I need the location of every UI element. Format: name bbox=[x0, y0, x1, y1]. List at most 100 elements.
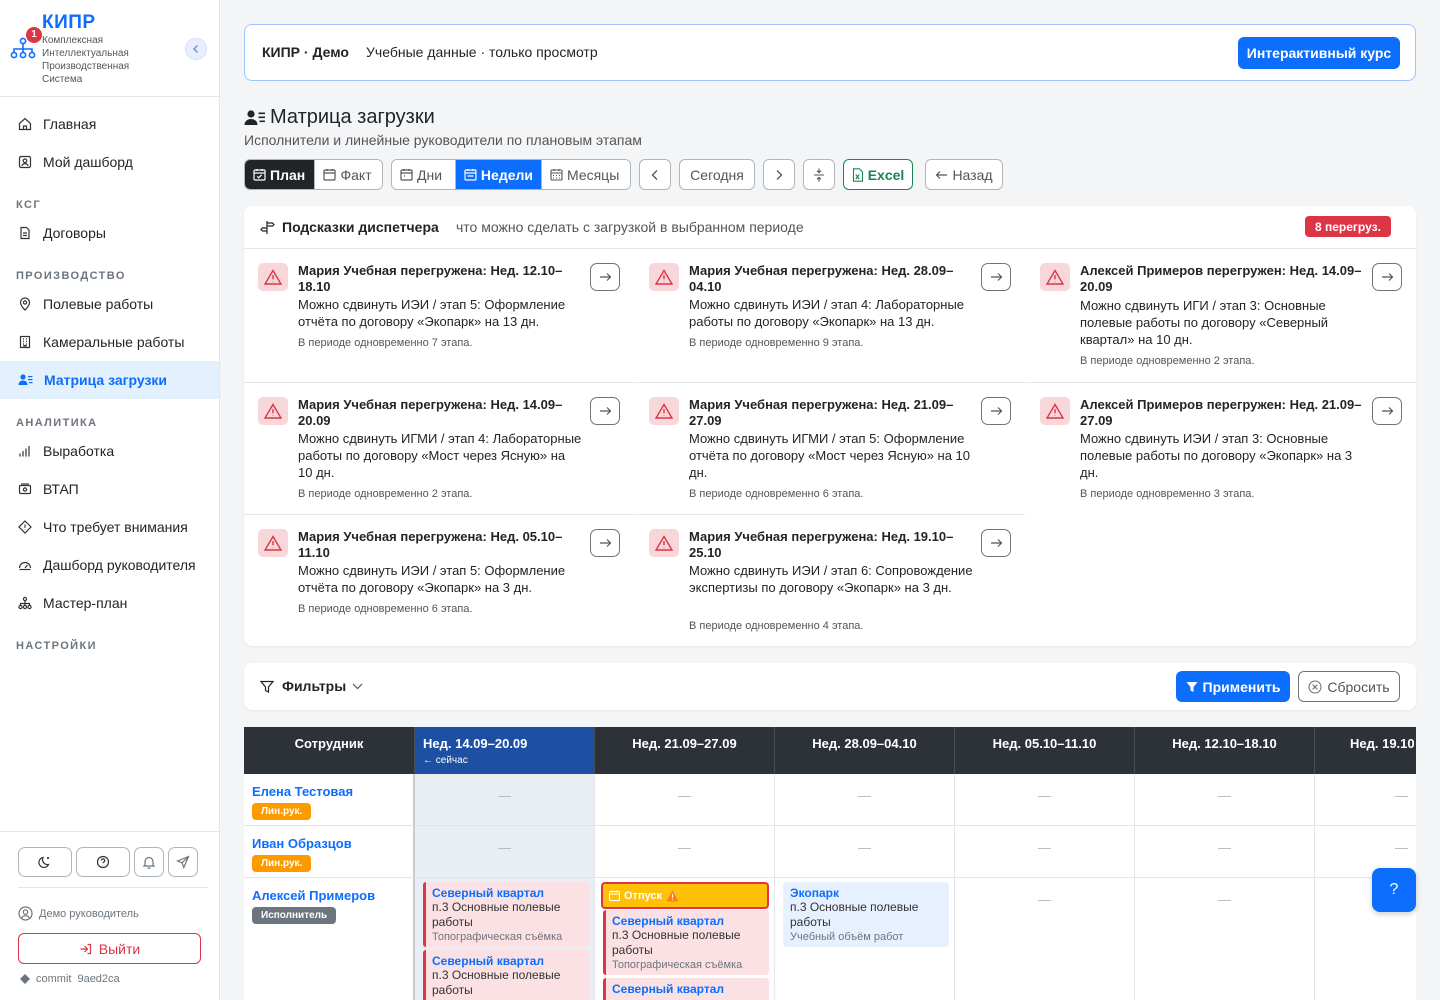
load-cell[interactable]: — bbox=[415, 826, 595, 878]
map-pin-icon bbox=[19, 297, 31, 311]
back-button[interactable]: Назад bbox=[925, 159, 1003, 190]
next-period-button[interactable] bbox=[763, 159, 795, 190]
nav-item-master-plan[interactable]: Мастер-план bbox=[0, 584, 219, 622]
hint-note: В периоде одновременно 9 этапа. bbox=[689, 337, 864, 349]
apply-hint-button[interactable] bbox=[981, 529, 1011, 557]
employee-name-link[interactable]: Елена Тестовая bbox=[252, 784, 353, 799]
nav-item-field-works[interactable]: Полевые работы bbox=[0, 285, 219, 323]
notifications-button[interactable] bbox=[134, 847, 164, 877]
apply-hint-button[interactable] bbox=[1372, 263, 1402, 291]
week-column-header[interactable]: Нед. 12.10–18.10 bbox=[1135, 727, 1315, 774]
load-cell[interactable]: — bbox=[595, 774, 775, 826]
arrows-collapse-icon bbox=[814, 168, 824, 181]
load-cell[interactable]: — bbox=[775, 774, 955, 826]
collapse-rows-button[interactable] bbox=[803, 159, 835, 190]
theme-toggle-button[interactable] bbox=[18, 847, 72, 877]
today-button[interactable]: Сегодня bbox=[679, 159, 755, 190]
arrow-right-icon bbox=[599, 407, 611, 415]
week-column-header[interactable]: Нед. 21.09–27.09 bbox=[595, 727, 775, 774]
reset-filters-button[interactable]: Сбросить bbox=[1298, 671, 1400, 702]
interactive-course-button[interactable]: Интерактивный курс bbox=[1238, 37, 1400, 69]
apply-hint-button[interactable] bbox=[590, 263, 620, 291]
hint-note: В периоде одновременно 2 этапа. bbox=[298, 488, 473, 500]
nav-item-contracts[interactable]: Договоры bbox=[0, 214, 219, 252]
load-cell[interactable]: — bbox=[955, 878, 1135, 1000]
hint-title: Мария Учебная перегружена: Нед. 05.10–11… bbox=[298, 529, 563, 560]
load-cell[interactable]: — bbox=[1135, 826, 1315, 878]
nav-item-attention[interactable]: Что требует внимания bbox=[0, 508, 219, 546]
nav-item-office-works[interactable]: Камеральные работы bbox=[0, 323, 219, 361]
load-cell[interactable]: — bbox=[595, 826, 775, 878]
load-cell[interactable]: — bbox=[955, 774, 1135, 826]
filters-toggle[interactable]: Фильтры bbox=[282, 678, 363, 694]
nav-item-manager-dashboard[interactable]: Дашборд руководителя bbox=[0, 546, 219, 584]
nav-label: Дашборд руководителя bbox=[43, 557, 196, 573]
week-column-header-current[interactable]: Нед. 14.09–20.09 ← сейчас bbox=[415, 727, 595, 774]
load-cell[interactable]: — bbox=[1135, 774, 1315, 826]
current-week-marker: ← сейчас bbox=[423, 755, 468, 766]
nav-item-my-dashboard[interactable]: Мой дашборд bbox=[0, 143, 219, 181]
bar-chart-icon bbox=[19, 446, 30, 457]
plan-fact-toggle: План Факт bbox=[244, 159, 383, 190]
chevron-left-icon bbox=[651, 169, 658, 180]
apply-hint-button[interactable] bbox=[590, 397, 620, 425]
task-block[interactable]: Северный квартал п.3 Основные полевые ра… bbox=[423, 882, 589, 947]
send-feedback-button[interactable] bbox=[168, 847, 198, 877]
load-cell[interactable]: — bbox=[955, 826, 1135, 878]
fact-button[interactable]: Факт bbox=[314, 160, 382, 189]
nav-label: Мастер-план bbox=[43, 595, 128, 611]
nav-item-load-matrix[interactable]: Матрица загрузки bbox=[0, 361, 219, 399]
hint-title: Мария Учебная перегружена: Нед. 12.10–18… bbox=[298, 263, 563, 294]
hint-card: Мария Учебная перегружена: Нед. 21.09–27… bbox=[635, 383, 1025, 515]
apply-hint-button[interactable] bbox=[590, 529, 620, 557]
employee-name-link[interactable]: Иван Образцов bbox=[252, 836, 352, 851]
vacation-block[interactable]: Отпуск bbox=[601, 882, 769, 909]
apply-filters-button[interactable]: Применить bbox=[1176, 671, 1290, 702]
week-column-header[interactable]: Нед. 28.09–04.10 bbox=[775, 727, 955, 774]
months-button[interactable]: Месяцы bbox=[541, 160, 630, 189]
employee-name-link[interactable]: Алексей Примеров bbox=[252, 888, 375, 903]
logout-button[interactable]: Выйти bbox=[18, 933, 201, 964]
load-cell[interactable]: — bbox=[775, 826, 955, 878]
plan-button[interactable]: План bbox=[245, 160, 315, 189]
arrow-right-icon bbox=[599, 273, 611, 281]
week-column-header[interactable]: Нед. 19.10 bbox=[1315, 727, 1416, 774]
week-column-header[interactable]: Нед. 05.10–11.10 bbox=[955, 727, 1135, 774]
nav-label: Главная bbox=[43, 116, 97, 132]
nav-item-output[interactable]: Выработка bbox=[0, 432, 219, 470]
previous-period-button[interactable] bbox=[639, 159, 671, 190]
warning-icon bbox=[258, 529, 288, 557]
week-label: Нед. 28.09–04.10 bbox=[812, 736, 917, 751]
apply-hint-button[interactable] bbox=[981, 263, 1011, 291]
arrow-right-icon bbox=[599, 539, 611, 547]
task-block[interactable]: Северный квартал п.3 Основные полевые ра… bbox=[603, 910, 769, 975]
hint-description: Можно сдвинуть ИГИ / этап 3: Основные по… bbox=[1080, 298, 1329, 347]
notification-badge[interactable]: 1 bbox=[26, 27, 42, 43]
apply-hint-button[interactable] bbox=[1372, 397, 1402, 425]
nav-label: Выработка bbox=[43, 443, 115, 459]
collapse-sidebar-button[interactable] bbox=[185, 38, 207, 60]
days-button[interactable]: Дни bbox=[392, 160, 455, 189]
nav-item-vtap[interactable]: ВТАП bbox=[0, 470, 219, 508]
nav-item-home[interactable]: Главная bbox=[0, 105, 219, 143]
employee-column-header: Сотрудник bbox=[244, 727, 415, 774]
task-project: Северный квартал bbox=[432, 954, 545, 968]
arrow-right-icon bbox=[990, 407, 1002, 415]
help-button[interactable] bbox=[76, 847, 130, 877]
weeks-button[interactable]: Недели bbox=[455, 160, 541, 189]
nav-label: Мой дашборд bbox=[43, 154, 133, 170]
task-block[interactable]: Северный квартал п.3 Основные полевые ра… bbox=[423, 950, 589, 1000]
floating-help-button[interactable]: ? bbox=[1372, 868, 1416, 912]
fact-label: Факт bbox=[340, 166, 372, 183]
hint-title: Мария Учебная перегружена: Нед. 14.09–20… bbox=[298, 397, 563, 428]
load-cell[interactable]: — bbox=[1315, 774, 1416, 826]
load-cell[interactable]: — bbox=[1135, 878, 1315, 1000]
brand-subtitle: Комплексная Интеллектуальная Производств… bbox=[42, 35, 130, 85]
commit-hash: 9aed2ca bbox=[77, 973, 120, 985]
export-excel-button[interactable]: Excel bbox=[843, 159, 913, 190]
task-block[interactable]: Северный квартал bbox=[603, 978, 769, 1000]
load-cell[interactable]: — bbox=[415, 774, 595, 826]
task-block[interactable]: Экопарк п.3 Основные полевые работы Учеб… bbox=[783, 882, 949, 947]
days-label: Дни bbox=[417, 166, 443, 183]
apply-hint-button[interactable] bbox=[981, 397, 1011, 425]
